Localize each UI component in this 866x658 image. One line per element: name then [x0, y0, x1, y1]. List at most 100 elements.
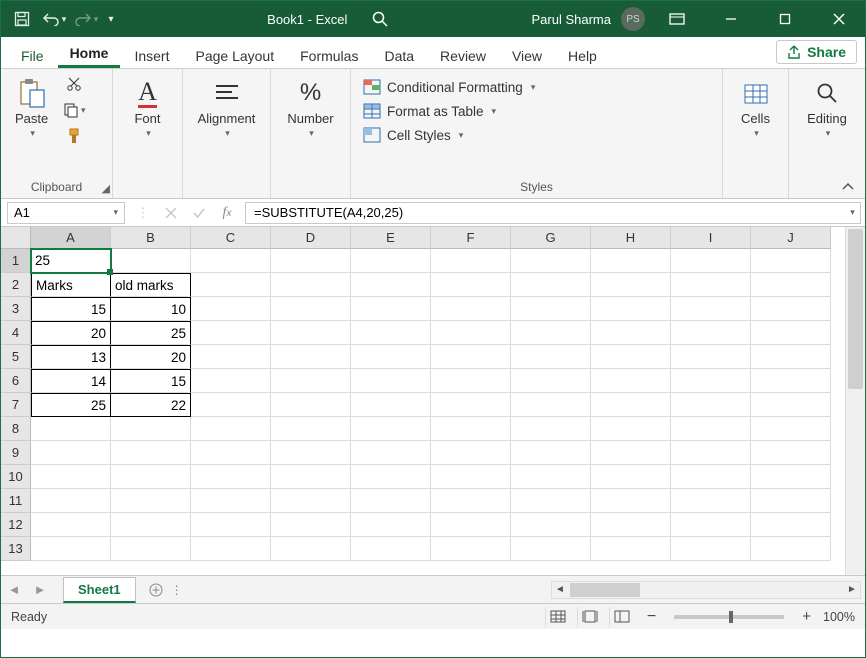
cell-B1[interactable] [111, 249, 191, 273]
cell-E4[interactable] [351, 321, 431, 345]
view-page-break-button[interactable] [609, 607, 635, 627]
cell-C2[interactable] [191, 273, 271, 297]
cell-G12[interactable] [511, 513, 591, 537]
cell-A13[interactable] [31, 537, 111, 561]
cell-J4[interactable] [751, 321, 831, 345]
cell-G2[interactable] [511, 273, 591, 297]
column-header-E[interactable]: E [351, 227, 431, 249]
cell-C12[interactable] [191, 513, 271, 537]
cell-F3[interactable] [431, 297, 511, 321]
cell-E6[interactable] [351, 369, 431, 393]
select-all-corner[interactable] [1, 227, 31, 249]
cell-C1[interactable] [191, 249, 271, 273]
collapse-ribbon-button[interactable] [841, 182, 855, 192]
cell-D3[interactable] [271, 297, 351, 321]
cell-J5[interactable] [751, 345, 831, 369]
font-button[interactable]: A Font ▾ [126, 73, 170, 143]
sheet-tab-active[interactable]: Sheet1 [63, 577, 136, 603]
cell-C13[interactable] [191, 537, 271, 561]
cell-E1[interactable] [351, 249, 431, 273]
cell-A7[interactable]: 25 [31, 393, 111, 417]
cell-F4[interactable] [431, 321, 511, 345]
minimize-button[interactable] [709, 1, 753, 37]
cell-A9[interactable] [31, 441, 111, 465]
cell-H3[interactable] [591, 297, 671, 321]
cut-button[interactable] [60, 73, 88, 95]
cell-I5[interactable] [671, 345, 751, 369]
cell-G7[interactable] [511, 393, 591, 417]
row-header-9[interactable]: 9 [1, 441, 31, 465]
column-header-I[interactable]: I [671, 227, 751, 249]
tab-file[interactable]: File [9, 42, 56, 68]
cell-I12[interactable] [671, 513, 751, 537]
cell-A10[interactable] [31, 465, 111, 489]
cell-F12[interactable] [431, 513, 511, 537]
row-header-2[interactable]: 2 [1, 273, 31, 297]
row-header-13[interactable]: 13 [1, 537, 31, 561]
cell-G3[interactable] [511, 297, 591, 321]
cell-G6[interactable] [511, 369, 591, 393]
cell-E11[interactable] [351, 489, 431, 513]
cell-A6[interactable]: 14 [31, 369, 111, 393]
cell-H10[interactable] [591, 465, 671, 489]
column-header-H[interactable]: H [591, 227, 671, 249]
cell-J3[interactable] [751, 297, 831, 321]
cell-F8[interactable] [431, 417, 511, 441]
qat-customize[interactable]: ▾ [103, 5, 119, 33]
cell-G11[interactable] [511, 489, 591, 513]
cell-J12[interactable] [751, 513, 831, 537]
cell-styles-button[interactable]: Cell Styles▾ [359, 125, 539, 145]
column-header-B[interactable]: B [111, 227, 191, 249]
column-header-J[interactable]: J [751, 227, 831, 249]
cell-H8[interactable] [591, 417, 671, 441]
tab-page-layout[interactable]: Page Layout [183, 42, 286, 68]
cell-J6[interactable] [751, 369, 831, 393]
cells-button[interactable]: Cells ▾ [734, 73, 778, 143]
cell-C4[interactable] [191, 321, 271, 345]
cell-I9[interactable] [671, 441, 751, 465]
cell-J13[interactable] [751, 537, 831, 561]
cell-A8[interactable] [31, 417, 111, 441]
row-header-8[interactable]: 8 [1, 417, 31, 441]
hscroll-right[interactable]: ► [844, 582, 860, 598]
view-page-layout-button[interactable] [577, 607, 603, 627]
cell-E9[interactable] [351, 441, 431, 465]
vertical-scroll-thumb[interactable] [848, 229, 863, 389]
cell-G8[interactable] [511, 417, 591, 441]
cell-E10[interactable] [351, 465, 431, 489]
row-header-3[interactable]: 3 [1, 297, 31, 321]
cell-J2[interactable] [751, 273, 831, 297]
horizontal-scrollbar[interactable]: ◄ ► [551, 581, 861, 599]
cell-H12[interactable] [591, 513, 671, 537]
tab-view[interactable]: View [500, 42, 554, 68]
cell-H2[interactable] [591, 273, 671, 297]
cell-H4[interactable] [591, 321, 671, 345]
cell-C3[interactable] [191, 297, 271, 321]
cell-A4[interactable]: 20 [31, 321, 111, 345]
row-header-12[interactable]: 12 [1, 513, 31, 537]
cell-D8[interactable] [271, 417, 351, 441]
tab-review[interactable]: Review [428, 42, 498, 68]
undo-button[interactable]: ▾ [39, 5, 69, 33]
cell-I4[interactable] [671, 321, 751, 345]
formula-input[interactable]: =SUBSTITUTE(A4,20,25) [245, 202, 845, 224]
cell-D11[interactable] [271, 489, 351, 513]
cell-B6[interactable]: 15 [111, 369, 191, 393]
cell-B5[interactable]: 20 [111, 345, 191, 369]
zoom-slider-thumb[interactable] [729, 611, 733, 623]
tab-scroll-splitter[interactable]: ⋮ [174, 581, 180, 599]
horizontal-scroll-thumb[interactable] [570, 583, 640, 597]
copy-button[interactable]: ▾ [60, 99, 88, 121]
cell-B11[interactable] [111, 489, 191, 513]
tab-formulas[interactable]: Formulas [288, 42, 370, 68]
cell-C10[interactable] [191, 465, 271, 489]
conditional-formatting-button[interactable]: Conditional Formatting▾ [359, 77, 539, 97]
cell-I3[interactable] [671, 297, 751, 321]
save-button[interactable] [7, 5, 37, 33]
cell-H1[interactable] [591, 249, 671, 273]
cell-I2[interactable] [671, 273, 751, 297]
row-header-5[interactable]: 5 [1, 345, 31, 369]
cell-F10[interactable] [431, 465, 511, 489]
cancel-formula-button[interactable] [157, 202, 185, 224]
cell-E5[interactable] [351, 345, 431, 369]
